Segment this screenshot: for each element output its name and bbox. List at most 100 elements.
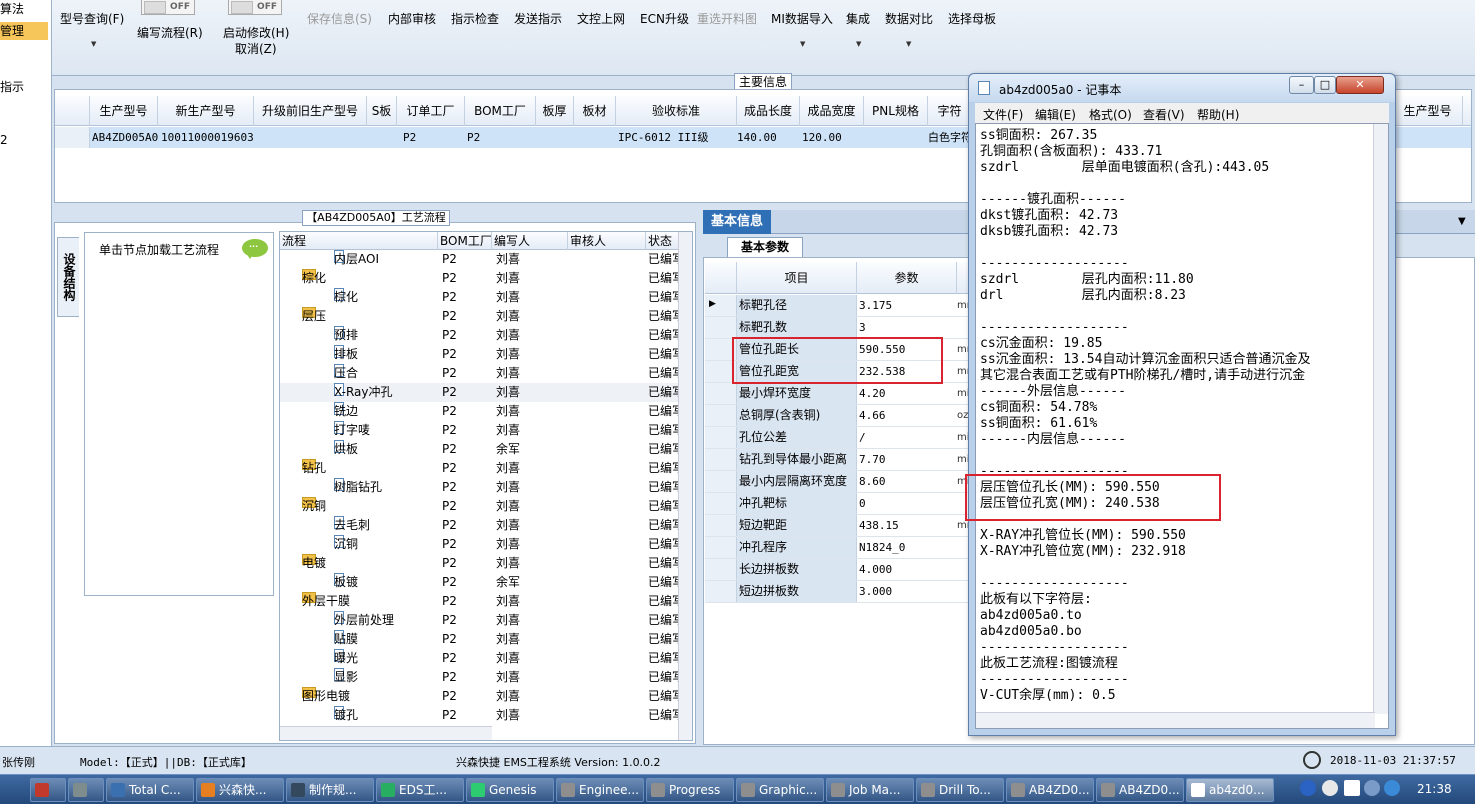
send-instruction-button[interactable]: 发送指示	[514, 10, 562, 27]
chevron-down-icon[interactable]: ▼	[856, 40, 861, 48]
left-nav-item[interactable]: 算法	[0, 0, 24, 17]
model-query-button[interactable]: 型号查询(F)	[60, 10, 124, 27]
column-header[interactable]: 成品长度	[737, 96, 800, 126]
taskbar-item[interactable]: Job Ma...	[826, 778, 914, 802]
cancel-button[interactable]: 取消(Z)	[235, 40, 277, 57]
params-row[interactable]: 短边拼板数 3.000	[705, 581, 975, 603]
column-header[interactable]: 板厚	[536, 96, 574, 126]
column-header[interactable]: 成品宽度	[800, 96, 864, 126]
tree-row[interactable]: 沉铜 P2 刘喜 已编写	[280, 535, 680, 554]
row-indicator[interactable]	[705, 581, 737, 602]
help-icon[interactable]	[1322, 780, 1338, 796]
cell-bom-factory[interactable]: P2	[467, 127, 536, 148]
param-value[interactable]: 3	[857, 317, 957, 338]
tree-row[interactable]: 排板 P2 刘喜 已编写	[280, 345, 680, 364]
param-value[interactable]: 0	[857, 493, 957, 514]
volume-icon[interactable]	[1344, 780, 1360, 796]
column-header[interactable]: 编写人	[492, 232, 568, 250]
tab-basic-info[interactable]: 基本信息	[703, 210, 771, 234]
params-row[interactable]: 孔位公差 / mil	[705, 427, 975, 449]
tree-row[interactable]: −层压P2刘喜已编写	[280, 307, 680, 326]
params-row[interactable]: 总铜厚(含表铜) 4.66 oz	[705, 405, 975, 427]
params-row[interactable]: 最小内层隔离环宽度 8.60 mil	[705, 471, 975, 493]
column-header[interactable]: BOM工厂	[465, 96, 536, 126]
taskbar-item[interactable]: Genesis	[466, 778, 554, 802]
main-info-tab[interactable]: 主要信息	[734, 73, 792, 90]
tree-row[interactable]: −棕化P2刘喜已编写	[280, 269, 680, 288]
menu-view[interactable]: 查看(V)	[1143, 106, 1185, 123]
menu-edit[interactable]: 编辑(E)	[1035, 106, 1076, 123]
tree-row[interactable]: 曝光 P2 刘喜 已编写	[280, 649, 680, 668]
tree-row[interactable]: 烘板 P2 余军 已编写	[280, 440, 680, 459]
params-row[interactable]: 钻孔到导体最小距离 7.70 mil	[705, 449, 975, 471]
tree-row[interactable]: −图形电镀P2刘喜已编写	[280, 687, 680, 706]
taskbar-clock[interactable]: 21:38	[1417, 782, 1452, 796]
params-row[interactable]: 短边靶距 438.15 mm	[705, 515, 975, 537]
column-header[interactable]: S板	[367, 96, 397, 126]
tree-row[interactable]: 打字唛 P2 刘喜 已编写	[280, 421, 680, 440]
left-nav-item[interactable]: 指示	[0, 78, 24, 95]
column-header[interactable]: 生产型号	[90, 96, 158, 126]
row-indicator[interactable]	[705, 449, 737, 470]
param-value[interactable]: 4.20	[857, 383, 957, 404]
left-nav-item[interactable]: 2	[0, 133, 8, 147]
chevron-down-icon[interactable]: ▼	[906, 40, 911, 48]
param-value[interactable]: 3.000	[857, 581, 957, 602]
row-indicator[interactable]	[705, 405, 737, 426]
select-motherboard-button[interactable]: 选择母板	[948, 10, 996, 27]
column-header[interactable]: 参数	[857, 262, 957, 294]
param-value[interactable]: /	[857, 427, 957, 448]
param-value[interactable]: 7.70	[857, 449, 957, 470]
mi-import-button[interactable]: MI数据导入	[771, 10, 833, 27]
taskbar-item[interactable]: ab4zd0...	[1186, 778, 1274, 802]
param-value[interactable]: N1824_0	[857, 537, 957, 558]
row-indicator[interactable]	[705, 515, 737, 536]
shield-icon[interactable]	[1384, 780, 1400, 796]
row-indicator[interactable]	[705, 427, 737, 448]
cell-order-factory[interactable]: P2	[403, 127, 465, 148]
taskbar-item[interactable]: 制作规...	[286, 778, 374, 802]
edit-flow-toggle[interactable]: OFF	[141, 0, 195, 15]
tree-row[interactable]: X-Ray冲孔 P2 刘喜 已编写	[280, 383, 680, 402]
param-value[interactable]: 438.15	[857, 515, 957, 536]
param-value[interactable]: 4.000	[857, 559, 957, 580]
taskbar-item[interactable]: EDS工...	[376, 778, 464, 802]
column-header[interactable]: 订单工厂	[397, 96, 465, 126]
menu-file[interactable]: 文件(F)	[983, 106, 1023, 123]
taskbar-item[interactable]: AB4ZD0...	[1006, 778, 1094, 802]
row-indicator[interactable]	[705, 471, 737, 492]
column-header[interactable]: 验收标准	[616, 96, 737, 126]
tree-row[interactable]: 镀孔 P2 刘喜 已编写	[280, 706, 680, 725]
internal-review-button[interactable]: 内部审核	[388, 10, 436, 27]
taskbar-item[interactable]	[30, 778, 66, 802]
row-indicator[interactable]: ▶	[705, 295, 737, 316]
cell-model[interactable]: AB4ZD005A0	[92, 127, 158, 148]
left-nav-item-selected[interactable]: 管理	[0, 22, 48, 40]
start-edit-toggle[interactable]: OFF	[228, 0, 282, 15]
close-icon[interactable]: ✕	[1336, 76, 1384, 94]
row-indicator[interactable]	[705, 317, 737, 338]
notepad-vertical-scrollbar[interactable]	[1373, 124, 1388, 714]
tree-row[interactable]: 铣边 P2 刘喜 已编写	[280, 402, 680, 421]
tree-row[interactable]: 树脂钻孔 P2 刘喜 已编写	[280, 478, 680, 497]
reselect-cut-chart-button[interactable]: 重选开料图	[697, 10, 757, 27]
tree-row[interactable]: 板镀 P2 余军 已编写	[280, 573, 680, 592]
tree-row[interactable]: 去毛刺 P2 刘喜 已编写	[280, 516, 680, 535]
taskbar-item[interactable]: Graphic...	[736, 778, 824, 802]
column-header[interactable]: 项目	[737, 262, 857, 294]
cell-length[interactable]: 140.00	[737, 127, 800, 148]
tree-row[interactable]: 显影 P2 刘喜 已编写	[280, 668, 680, 687]
cell-new-model[interactable]: 10011000019603	[161, 127, 254, 148]
cell-character[interactable]: 白色字符	[928, 127, 972, 148]
tree-row[interactable]: 压合 P2 刘喜 已编写	[280, 364, 680, 383]
tree-row[interactable]: −沉铜P2刘喜已编写	[280, 497, 680, 516]
chevron-down-icon[interactable]: ▼	[91, 40, 96, 48]
notepad-horizontal-scrollbar[interactable]	[976, 712, 1375, 728]
param-value[interactable]: 8.60	[857, 471, 957, 492]
param-value[interactable]: 3.175	[857, 295, 957, 316]
taskbar-item[interactable]	[68, 778, 104, 802]
tree-row[interactable]: 贴膜 P2 刘喜 已编写	[280, 630, 680, 649]
taskbar-item[interactable]: Progress	[646, 778, 734, 802]
column-header[interactable]: PNL规格	[864, 96, 928, 126]
cell-standard[interactable]: IPC-6012 III级	[618, 127, 737, 148]
